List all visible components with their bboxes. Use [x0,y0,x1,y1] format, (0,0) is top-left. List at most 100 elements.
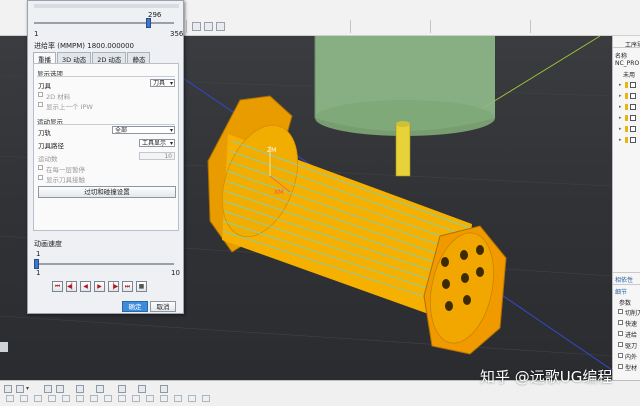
feed-rate-label: 进给率 (MMPM) 1800.000000 [34,42,135,50]
snap-icon[interactable] [4,385,12,393]
snap-point-icon[interactable] [174,395,182,402]
param-item: 内外 [625,354,638,361]
snap-icon[interactable] [118,385,126,393]
snap-icon[interactable] [16,385,24,393]
param-checkbox[interactable] [618,331,623,336]
nav-divider [613,272,640,273]
snap-point-icon[interactable] [160,395,168,402]
tab-strip: 重播 3D 动态 2D 动态 静态 [33,52,151,64]
snap-point-icon[interactable] [118,395,126,402]
box-select-icon[interactable] [204,22,213,31]
operation-navigator: 工序导 名称 NC_PRO 未用 ▸ ▸ ▸ ▸ ▸ ▸ 相依性 细节 参数 切… [612,36,640,380]
snap-point-icon[interactable] [62,395,70,402]
operation-row[interactable]: ▸ [619,93,639,99]
snap-point-icon[interactable] [104,395,112,402]
snap-point-icon[interactable] [76,395,84,402]
section-divider [37,76,175,77]
param-item: 驱刀 [625,343,638,350]
zm-axis-label: ZM [267,147,276,154]
dialog-title-strip [34,4,179,8]
param-checkbox[interactable] [618,342,623,347]
operation-row[interactable]: ▸ [619,126,639,132]
tool-display-select[interactable]: 工具显示 [139,139,175,147]
operation-row[interactable]: ▸ [619,137,639,143]
motion-count-field[interactable]: 10 [139,152,175,160]
param-checkbox[interactable] [618,320,623,325]
snap-point-icon[interactable] [202,395,210,402]
step-forward-button[interactable]: ▕▶ [108,281,119,292]
snap-point-icon[interactable] [34,395,42,402]
speed-max-label: 10 [171,269,180,277]
play-button[interactable]: ▶ [94,281,105,292]
toolbar-separator [186,20,187,33]
pause-each-layer-checkbox[interactable] [38,165,43,170]
tool-display-label: 刀具路径 [38,142,64,150]
snap-point-icon[interactable] [20,395,28,402]
animation-speed-track[interactable] [34,263,174,265]
tab-3d-dynamic[interactable]: 3D 动态 [57,52,92,64]
operation-row[interactable]: ▸ [619,82,639,88]
speed-min-label: 1 [36,269,41,277]
nav-divider [613,284,640,285]
go-end-button[interactable]: ⏭ [122,281,133,292]
step-back-button[interactable]: ◀▏ [66,281,77,292]
show-ipw-checkbox[interactable] [38,102,43,107]
operation-row[interactable]: ▸ [619,104,639,110]
toolpath-select[interactable]: 全部 [112,126,175,134]
slider-min-label: 1 [34,30,39,38]
animation-speed-thumb[interactable] [34,259,39,269]
details-header[interactable]: 细节 [615,287,627,296]
xm-axis-label: XM [274,189,283,196]
ok-button[interactable]: 确定 [122,301,148,312]
cancel-button[interactable]: 取消 [150,301,176,312]
palette-icon[interactable] [44,385,52,393]
replay-panel: 显示选项 刀具 刀具 2D 材料 显示上一个 IPW 运动显示 刀轨 全部 刀具… [33,63,179,231]
2d-material-checkbox[interactable] [38,92,43,97]
tool-select[interactable]: 刀具 [150,79,175,87]
workpiece-part [207,95,507,355]
tool-label: 刀具 [38,82,51,90]
animation-speed-value: 1 [36,250,41,258]
toolbar-separator [430,20,431,33]
snap-point-icon[interactable] [6,395,14,402]
snap-point-icon[interactable] [132,395,140,402]
param-item: 进给 [625,332,638,339]
snap-point-icon[interactable] [90,395,98,402]
param-item: 快速 [625,321,638,328]
snap-icon[interactable] [160,385,168,393]
stop-button[interactable]: ■ [136,281,147,292]
cutter-tip [395,123,411,177]
snap-point-icon[interactable] [188,395,196,402]
operation-row[interactable]: ▸ [619,115,639,121]
snap-point-icon[interactable] [48,395,56,402]
navigator-unused-item[interactable]: 未用 [623,70,635,79]
tab-static[interactable]: 静态 [127,52,151,64]
chevron-down-icon[interactable]: ▾ [26,385,29,392]
go-start-button[interactable]: ⏮ [52,281,63,292]
snap-icon[interactable] [96,385,104,393]
param-checkbox[interactable] [618,364,623,369]
snap-point-icon[interactable] [146,395,154,402]
snap-icon[interactable] [56,385,64,393]
snap-icon[interactable] [138,385,146,393]
param-checkbox[interactable] [618,353,623,358]
navigator-root-item[interactable]: NC_PRO [615,60,639,67]
motion-slider-track[interactable] [34,22,174,24]
tab-2d-dynamic[interactable]: 2D 动态 [92,52,127,64]
slider-max-label: 356 [170,30,184,38]
play-reverse-button[interactable]: ◀ [80,281,91,292]
select-filter-icon[interactable] [192,22,201,31]
view-triad-icon [0,342,8,352]
snap-icon[interactable] [76,385,84,393]
pause-each-layer-label: 在每一层暂停 [46,166,85,174]
param-item: 切削刀 [625,310,640,317]
dependencies-header[interactable]: 相依性 [615,275,633,284]
tab-replay[interactable]: 重播 [33,52,56,64]
motion-slider-thumb[interactable] [146,18,152,28]
toolpath-label: 刀轨 [38,129,51,137]
param-checkbox[interactable] [618,309,623,314]
gouge-collision-settings-button[interactable]: 过切和碰撞设置 [38,186,176,198]
show-tool-contact-checkbox[interactable] [38,175,43,180]
tool-path-visualization-dialog: 296 1 356 进给率 (MMPM) 1800.000000 重播 3D 动… [27,0,184,314]
view-icon[interactable] [216,22,225,31]
